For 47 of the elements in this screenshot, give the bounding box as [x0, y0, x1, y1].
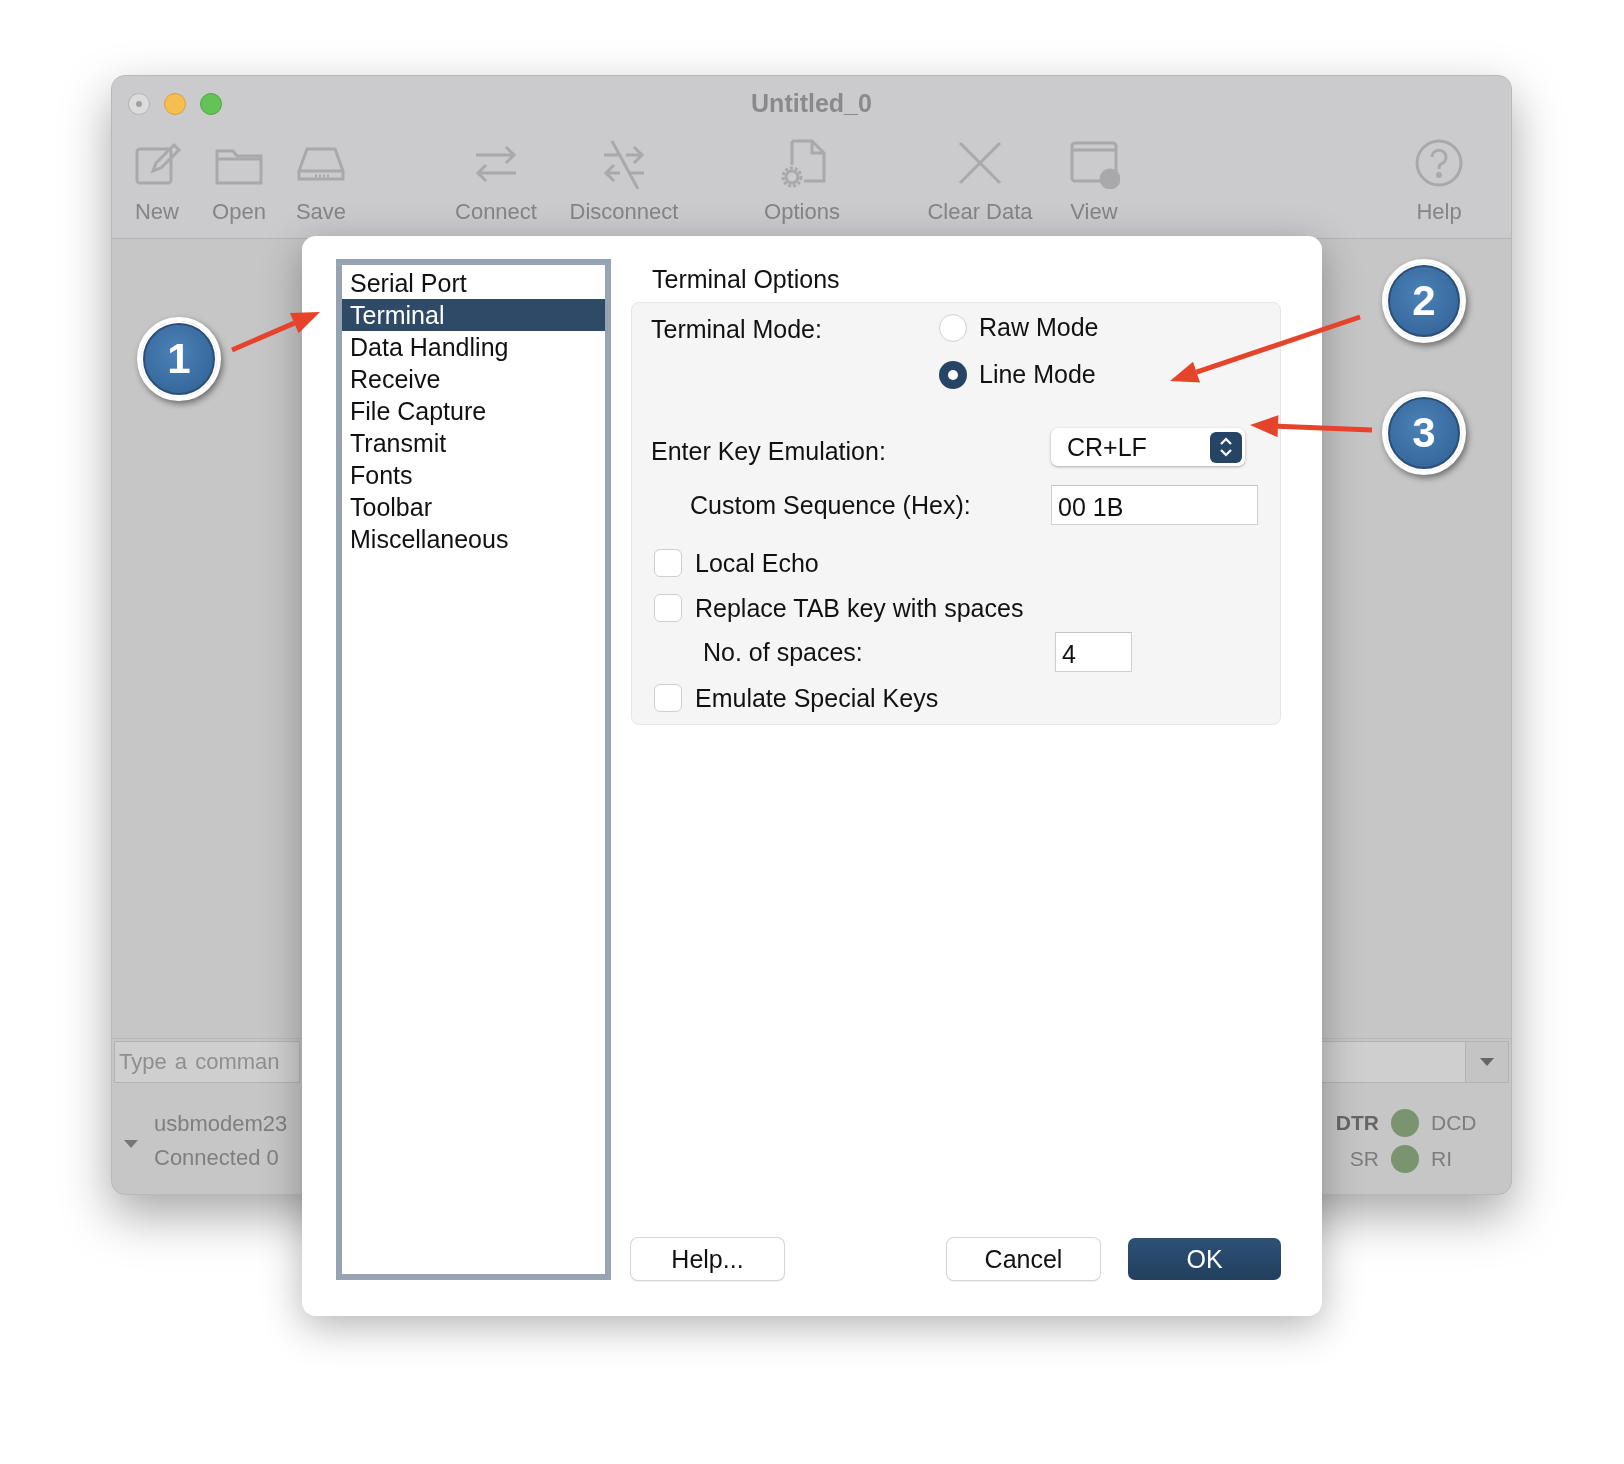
command-field[interactable]: Type a comman — [114, 1041, 300, 1083]
signal-label: DCD — [1431, 1111, 1477, 1135]
help-icon — [1413, 137, 1465, 189]
field-label: Terminal Mode: — [651, 314, 823, 344]
category-item[interactable]: Toolbar — [342, 491, 605, 523]
category-item[interactable]: Fonts — [342, 459, 605, 491]
popup-button[interactable]: CR+LF — [1051, 428, 1245, 466]
radio-label: Line Mode — [979, 360, 1096, 389]
field-label: Enter Key Emulation: — [651, 435, 887, 466]
dialog-button[interactable]: Cancel — [947, 1238, 1100, 1280]
hex-field[interactable]: 00 1B — [1051, 485, 1258, 525]
signal-label: SR — [1349, 1147, 1379, 1171]
checkbox-label: Replace TAB key with spaces — [695, 593, 1024, 623]
category-item[interactable]: File Capture — [342, 395, 605, 427]
radio-label: Raw Mode — [979, 313, 1099, 342]
close-icon[interactable] — [128, 92, 150, 115]
checkbox-label: Emulate Special Keys — [695, 683, 939, 713]
checkbox-label: Local Echo — [695, 548, 819, 578]
maximize-icon[interactable] — [200, 92, 222, 115]
ok-button[interactable]: OK — [1128, 1238, 1281, 1280]
category-item[interactable]: Data Handling — [342, 331, 605, 363]
window-title: Untitled_0 — [751, 89, 872, 117]
checkbox[interactable] — [654, 594, 682, 622]
history-dropdown[interactable] — [1465, 1041, 1509, 1083]
caret-icon — [1480, 1058, 1494, 1066]
category-item[interactable]: Terminal — [342, 299, 605, 331]
signal-label: RI — [1431, 1147, 1453, 1171]
command-field[interactable] — [1321, 1041, 1465, 1083]
field-label: Custom Sequence (Hex): — [690, 490, 972, 520]
checkbox[interactable] — [654, 684, 682, 712]
checkbox[interactable] — [654, 549, 682, 577]
radio-button[interactable] — [939, 360, 967, 389]
field-label: No. of spaces: — [703, 637, 864, 667]
signal-label: DTR — [1335, 1111, 1379, 1135]
category-item[interactable]: Miscellaneous — [342, 523, 605, 555]
category-item[interactable]: Serial Port — [342, 267, 605, 299]
stepper-icon — [1210, 431, 1242, 463]
category-item[interactable]: Receive — [342, 363, 605, 395]
category-item[interactable]: Transmit — [342, 427, 605, 459]
dialog-button[interactable]: Help... — [631, 1238, 784, 1280]
spaces-field[interactable]: 4 — [1055, 632, 1132, 672]
port-name: usbmodem23 — [154, 1111, 288, 1137]
disclosure-icon[interactable] — [124, 1140, 138, 1148]
minimize-icon[interactable] — [164, 92, 186, 115]
connection-status: Connected 0 — [154, 1145, 280, 1171]
radio-button[interactable] — [939, 313, 967, 342]
section-title: Terminal Options — [652, 265, 840, 293]
